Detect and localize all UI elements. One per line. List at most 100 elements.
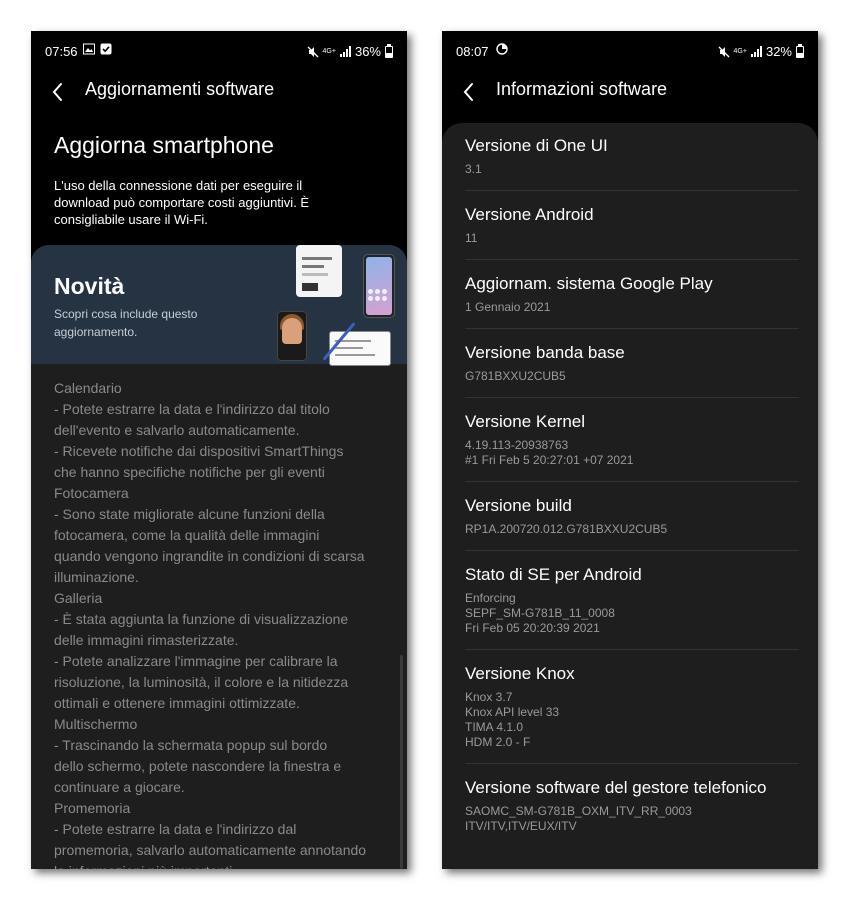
scrollbar[interactable] [400, 655, 403, 869]
release-note-line: dello schermo, potete nascondere la fine… [54, 758, 342, 774]
info-item[interactable]: Versione banda base G781BXXU2CUB5 [465, 342, 799, 384]
info-value-line: 11 [465, 231, 478, 245]
network-type: 4G+ [322, 48, 336, 55]
info-item-value: Knox 3.7 Knox API level 33 TIMA 4.1.0 HDM 2… [465, 690, 799, 750]
release-note-line: promemoria, salvarlo automaticamente ann… [54, 842, 367, 858]
info-item[interactable]: Versione Kernel 4.19.113-20938763 #1 Fri F… [465, 411, 799, 468]
info-item-title: Stato di SE per Android [465, 565, 642, 584]
page-title: Informazioni software [496, 79, 668, 99]
info-value-line: G781BXXU2CUB5 [465, 369, 566, 383]
info-value-line: SAOMC_SM-G781B_OXM_ITV_RR_0003 [465, 804, 692, 818]
banner-title: Novità [54, 273, 125, 299]
hero-title: Aggiorna smartphone [54, 132, 274, 158]
back-arrow-icon[interactable] [47, 79, 71, 105]
info-value-line: Fri Feb 05 20:20:39 2021 [465, 621, 600, 635]
gallery-icon [83, 43, 95, 55]
divider [465, 481, 799, 482]
banner-description: Scopri cosa include questo aggiornamento… [54, 307, 198, 339]
data-saver-icon [496, 43, 508, 55]
release-note-line: - Potete estrarre la data e l'indirizzo … [54, 401, 330, 417]
device-illustration-tablet [296, 245, 342, 297]
info-item-title: Versione software del gestore telefonico [465, 778, 767, 797]
release-note-line: le informazioni più importanti. [54, 861, 389, 869]
info-item-value: 4.19.113-20938763 #1 Fri Feb 5 20:27:01 +… [465, 438, 799, 468]
info-item[interactable]: Stato di SE per Android Enforcing SEPF_SM-… [465, 564, 799, 636]
info-value-line: 4.19.113-20938763 [465, 438, 569, 452]
divider [465, 397, 799, 398]
info-value-line: #1 Fri Feb 5 20:27:01 +07 2021 [465, 453, 634, 467]
app-bar: Informazioni software [442, 71, 818, 115]
release-note-line: - Ricevete notifiche dai dispositivi Sma… [54, 443, 344, 459]
divider [465, 649, 799, 650]
status-time: 08:07 [456, 44, 489, 59]
mute-icon [307, 46, 318, 57]
info-item-title: Aggiornam. sistema Google Play [465, 274, 713, 293]
phone-screen-software-update: 07:56 4G+ 36% Aggiornamenti software Agg… [31, 31, 407, 869]
info-value-line: RP1A.200720.012.G781BXXU2CUB5 [465, 522, 668, 536]
info-item-title: Versione banda base [465, 343, 625, 362]
release-note-line: - Potete analizzare l'immagine per calib… [54, 653, 338, 669]
back-arrow-icon[interactable] [458, 79, 482, 105]
signal-icon [750, 46, 762, 57]
divider [465, 190, 799, 191]
info-value-line: Enforcing [465, 591, 516, 605]
release-note-line: - Sono state migliorate alcune funzioni … [54, 506, 325, 522]
info-item[interactable]: Versione Knox Knox 3.7 Knox API level 33 TI… [465, 663, 799, 750]
software-info-list: Versione di One UI 3.1 Versione Android 11 A… [442, 123, 818, 869]
info-item-title: Versione di One UI [465, 136, 608, 155]
release-note-line: risoluzione, la luminosità, il colore e … [54, 674, 349, 690]
release-notes-text: Calendario - Potete estrarre la data e l'… [54, 378, 389, 869]
info-item[interactable]: Versione build RP1A.200720.012.G781BXXU2C… [465, 495, 799, 537]
release-note-line: Promemoria [54, 800, 131, 816]
info-value-line: SEPF_SM-G781B_11_0008 [465, 606, 615, 620]
info-item-title: Versione build [465, 496, 572, 515]
info-item[interactable]: Aggiornam. sistema Google Play 1 Gennaio … [465, 273, 799, 315]
release-note-line: quando vengono ingrandite in condizioni … [54, 548, 365, 564]
info-item[interactable]: Versione software del gestore telefonico… [465, 777, 799, 834]
info-item-title: Versione Knox [465, 664, 575, 683]
status-bar: 07:56 4G+ 36% [31, 31, 407, 71]
signal-icon [339, 46, 351, 57]
app-bar: Aggiornamenti software [31, 71, 407, 115]
hero-description: L'uso della connessione dati per eseguir… [54, 178, 310, 227]
release-note-line: ottimali e ottenere immagini ottimizzate… [54, 695, 300, 711]
info-item-value: Enforcing SEPF_SM-G781B_11_0008 Fri Feb 05… [465, 591, 799, 636]
device-illustration-phone [363, 254, 395, 318]
divider [465, 550, 799, 551]
release-note-line: che hanno specifiche notifiche per gli e… [54, 464, 325, 480]
release-note-line: - È stata aggiunta la funzione di visual… [54, 611, 349, 627]
page-title: Aggiornamenti software [85, 79, 275, 99]
info-value-line: 3.1 [465, 162, 482, 176]
release-note-line: fotocamera, come la qualità delle immagi… [54, 527, 320, 543]
status-time: 07:56 [45, 44, 78, 59]
info-value-line: HDM 2.0 - F [465, 735, 531, 749]
info-item-title: Versione Kernel [465, 412, 586, 431]
update-hero: Aggiorna smartphone L'uso della connessi… [31, 115, 407, 255]
info-item-value: G781BXXU2CUB5 [465, 369, 799, 384]
info-item[interactable]: Versione Android 11 [465, 204, 799, 246]
whats-new-banner: Novità Scopri cosa include questo aggior… [31, 245, 407, 366]
release-note-line: - Potete estrarre la data e l'indirizzo … [54, 821, 297, 837]
divider [465, 763, 799, 764]
battery-percent: 36% [354, 44, 381, 59]
info-item-value: 11 [465, 231, 799, 246]
info-item-value: 1 Gennaio 2021 [465, 300, 799, 315]
info-item-value: RP1A.200720.012.G781BXXU2CUB5 [465, 522, 799, 537]
divider [465, 259, 799, 260]
divider [465, 328, 799, 329]
battery-icon [385, 43, 393, 58]
mute-icon [718, 46, 729, 57]
battery-icon [796, 43, 804, 58]
battery-percent: 32% [765, 44, 792, 59]
release-note-line: continuare a giocare. [54, 779, 185, 795]
phone-screen-software-info: 08:07 4G+ 32% Informazioni software Vers… [442, 31, 818, 869]
info-item[interactable]: Versione di One UI 3.1 [465, 135, 799, 177]
device-illustration-foldable [277, 311, 307, 361]
release-notes-card[interactable]: Novità Scopri cosa include questo aggior… [31, 245, 407, 869]
release-note-line: Fotocamera [54, 485, 129, 501]
release-note-line: Galleria [54, 590, 103, 606]
info-value-line: ITV/ITV,ITV/EUX/ITV [465, 819, 577, 833]
release-note-line: delle immagini rimasterizzate. [54, 632, 239, 648]
info-item-value: 3.1 [465, 162, 799, 177]
status-bar: 08:07 4G+ 32% [442, 31, 818, 71]
